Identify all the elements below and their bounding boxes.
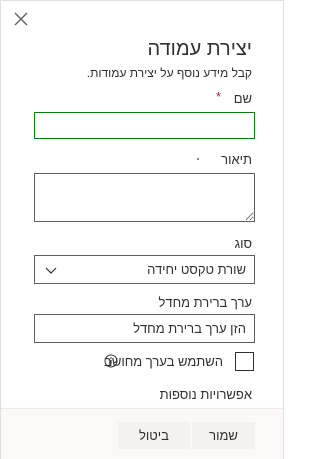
- cancel-button[interactable]: ביטול: [118, 422, 190, 449]
- required-mark: *: [215, 89, 221, 104]
- calculated-value-label: השתמש בערך מחושב: [104, 354, 223, 369]
- name-input[interactable]: [34, 112, 255, 139]
- calculated-value-checkbox[interactable]: [235, 352, 254, 371]
- info-icon[interactable]: [104, 354, 118, 368]
- type-label: סוג: [234, 236, 252, 251]
- description-marker: [197, 158, 199, 160]
- type-dropdown[interactable]: שורת טקסט יחידה: [34, 255, 255, 284]
- default-value-label: ערך ברירת מחדל: [158, 295, 252, 310]
- create-column-panel: יצירת עמודה קבל מידע נוסף על יצירת עמודו…: [0, 0, 284, 459]
- panel-title: יצירת עמודה: [147, 38, 253, 60]
- learn-more-link[interactable]: קבל מידע נוסף על יצירת עמודות.: [87, 65, 252, 81]
- chevron-down-icon: [45, 267, 57, 274]
- type-selected-value: שורת טקסט יחידה: [147, 262, 246, 277]
- default-value-placeholder: הזן ערך ברירת מחדל: [133, 321, 246, 336]
- name-label: שם: [233, 91, 252, 106]
- more-options-toggle[interactable]: אפשרויות נוספות: [160, 386, 252, 403]
- description-input[interactable]: [34, 173, 255, 222]
- save-button[interactable]: שמור: [192, 422, 255, 449]
- description-label: תיאור: [221, 152, 252, 167]
- default-value-input[interactable]: הזן ערך ברירת מחדל: [34, 314, 255, 343]
- close-icon[interactable]: [13, 11, 29, 27]
